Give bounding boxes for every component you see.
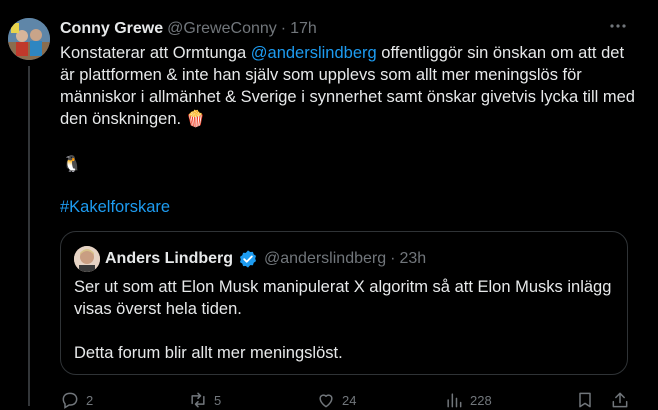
more-dots-icon[interactable] [608, 16, 628, 36]
hashtag-link[interactable]: #Kakelforskare [60, 198, 170, 216]
quoted-header: Anders Lindberg @anderslindberg · 23h [105, 248, 426, 270]
quoted-author-avatar [74, 246, 100, 272]
quoted-tweet-card[interactable]: Anders Lindberg @anderslindberg · 23h Se… [60, 231, 628, 375]
author-handle[interactable]: @GreweConny [167, 20, 277, 38]
tweet-time[interactable]: 17h [290, 20, 317, 38]
share-button[interactable] [610, 390, 630, 410]
separator-dot: · [280, 20, 287, 37]
tweet-text-part-1: Konstaterar att Ormtunga [60, 44, 251, 62]
repost-button[interactable]: 5 [188, 390, 221, 410]
reply-icon [62, 392, 78, 409]
verified-badge-icon [240, 250, 257, 268]
author-avatar[interactable] [8, 18, 50, 60]
author-name[interactable]: Conny Grewe [60, 20, 163, 38]
reply-count: 2 [86, 392, 94, 408]
bookmark-icon [579, 392, 591, 408]
quoted-author-name: Anders Lindberg [105, 250, 234, 267]
quoted-author-handle: @anderslindberg [264, 250, 387, 267]
views-chart-icon [447, 393, 462, 408]
quoted-separator-dot: · [390, 250, 396, 267]
popcorn-emoji: 🍿 [185, 111, 206, 128]
like-count: 24 [342, 392, 357, 408]
repost-icon [191, 392, 205, 408]
tweet-text: Konstaterar att Ormtunga @anderslindberg… [60, 42, 640, 131]
tweet-header: Conny Grewe @GreweConny · 17h [60, 19, 628, 39]
reply-button[interactable]: 2 [60, 390, 93, 410]
views-button[interactable]: 228 [444, 390, 492, 410]
quoted-tweet-text: Ser ut som att Elon Musk manipulerat X a… [74, 276, 614, 364]
penguin-emoji: 🐧 [62, 156, 82, 173]
quoted-text-line-1: Ser ut som att Elon Musk manipulerat X a… [74, 278, 612, 318]
quoted-text-line-2: Detta forum blir allt mer meningslöst. [74, 344, 343, 362]
action-bar: 2 5 24 228 [60, 390, 630, 410]
quoted-tweet-time: 23h [399, 250, 427, 267]
like-button[interactable]: 24 [316, 390, 356, 410]
heart-icon [319, 394, 333, 408]
bookmark-button[interactable] [575, 390, 595, 410]
thread-line [28, 66, 30, 406]
share-icon [612, 392, 628, 408]
views-count: 228 [470, 392, 492, 408]
repost-count: 5 [214, 392, 222, 408]
mention-link[interactable]: @anderslindberg [251, 44, 377, 62]
